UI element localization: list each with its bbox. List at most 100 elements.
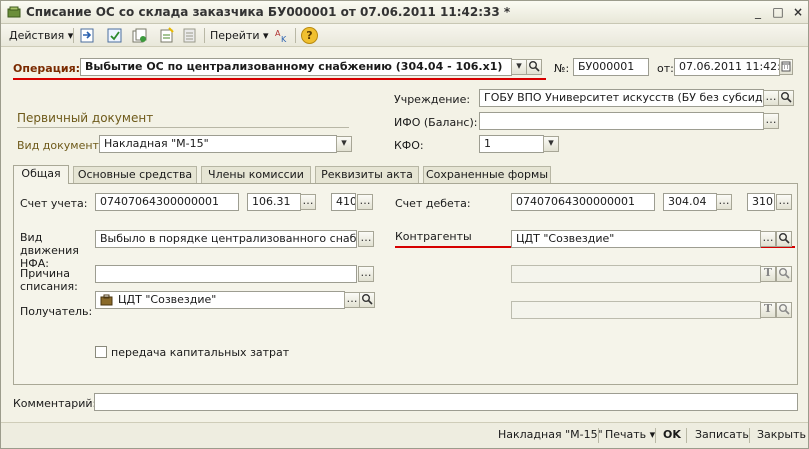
recipient-select-button[interactable]: … (344, 292, 360, 308)
dropdown-arrow-icon: ▾ (548, 136, 554, 149)
dropdown-arrow-icon: ▾ (646, 428, 656, 441)
close-button[interactable]: × (790, 4, 806, 20)
counterparty-field[interactable]: ЦДТ "Созвездие" (511, 230, 761, 248)
kfo-field[interactable]: 1 (479, 135, 544, 153)
debit-code-field[interactable]: 304.04 (663, 193, 717, 211)
doc-type-label: Вид документа: (17, 139, 110, 152)
search-icon (362, 294, 373, 305)
ifo-select-button[interactable]: … (763, 113, 779, 129)
maximize-button[interactable]: □ (770, 4, 786, 20)
debit-sub-field[interactable]: 310 (747, 193, 775, 211)
svg-text:K: K (281, 35, 287, 44)
toolbar-separator (204, 28, 205, 43)
debit-sub-select-button[interactable]: … (776, 194, 792, 210)
account-field[interactable]: 07407064300000001 (95, 193, 239, 211)
recipient-label: Получатель: (20, 305, 93, 318)
search-icon (529, 61, 540, 72)
doc-type-field[interactable]: Накладная "М-15" (99, 135, 337, 153)
toolbar: Действия ▾ Перейти ▾ A K ? (1, 24, 808, 47)
goto-menu[interactable]: Перейти ▾ (210, 27, 269, 44)
tab-saved-forms[interactable]: Сохраненные формы (423, 166, 551, 184)
number-field[interactable]: БУ000001 (573, 58, 649, 76)
kfo-dropdown-button[interactable]: ▾ (543, 136, 559, 152)
recipient-open-button[interactable] (359, 292, 375, 308)
debit-label: Счет дебета: (395, 197, 471, 210)
search-icon (781, 92, 792, 103)
capital-costs-label: передача капитальных затрат (111, 346, 290, 359)
extra-field-1[interactable] (511, 265, 761, 283)
post-and-close-icon[interactable] (79, 27, 96, 44)
search-icon (779, 268, 790, 279)
help-icon[interactable]: ? (301, 27, 318, 44)
debit-code-select-button[interactable]: … (716, 194, 732, 210)
operation-label: Операция: (13, 62, 81, 75)
operation-field[interactable]: Выбытие ОС по централизованному снабжени… (80, 58, 512, 76)
document-window: Списание ОС со склада заказчика БУ000001… (0, 0, 809, 449)
briefcase-icon (100, 294, 113, 306)
movement-field[interactable]: Выбыло в порядке централизованного снабж… (95, 230, 357, 248)
counterparty-open-button[interactable] (776, 231, 792, 247)
calendar-button[interactable] (779, 59, 793, 75)
institution-field[interactable]: ГОБУ ВПО Университет искусств (БУ без су… (479, 89, 764, 107)
close-form-button[interactable]: Закрыть (757, 428, 806, 441)
reason-select-button[interactable]: … (358, 266, 374, 282)
copy-document-icon[interactable] (131, 27, 148, 44)
actions-menu-label: Действия (9, 29, 65, 42)
tab-fixed-assets[interactable]: Основные средства (73, 166, 197, 184)
minimize-button[interactable]: _ (750, 4, 766, 20)
title-bar: Списание ОС со склада заказчика БУ000001… (1, 1, 808, 24)
comment-label: Комментарий: (13, 397, 97, 410)
extra-2-open-button[interactable] (776, 302, 792, 318)
window-title: Списание ОС со склада заказчика БУ000001… (26, 5, 511, 19)
capital-costs-checkbox[interactable] (95, 346, 107, 358)
institution-open-button[interactable] (778, 90, 794, 106)
account-code-field[interactable]: 106.31 (247, 193, 301, 211)
account-sub-select-button[interactable]: … (357, 194, 373, 210)
ifo-field[interactable] (479, 112, 764, 130)
dropdown-arrow-icon: ▾ (516, 59, 522, 72)
reason-field[interactable] (95, 265, 357, 283)
dropdown-arrow-icon: ▾ (341, 136, 347, 149)
institution-select-button[interactable]: … (763, 90, 779, 106)
counterparties-label: Контрагенты (395, 230, 472, 243)
save-button[interactable]: Записать (695, 428, 749, 441)
invoice-print-button[interactable]: Накладная "М-15" (498, 428, 603, 441)
text-edit-icon[interactable]: T (760, 302, 776, 318)
toolbar-separator (73, 28, 74, 43)
post-document-icon[interactable] (106, 27, 123, 44)
spellcheck-icon[interactable]: A K (273, 27, 290, 44)
counterparty-select-button[interactable]: … (760, 231, 776, 247)
number-label: №: (554, 62, 570, 75)
actions-menu[interactable]: Действия ▾ (9, 27, 73, 44)
ok-button[interactable]: OK (663, 428, 681, 441)
structure-icon[interactable] (181, 27, 198, 44)
create-based-on-icon[interactable] (158, 27, 175, 44)
print-menu[interactable]: Печать ▾ (605, 428, 655, 441)
document-icon (7, 6, 21, 18)
print-menu-label: Печать (605, 428, 647, 441)
date-field[interactable]: 07.06.2011 11:42:33 (674, 58, 780, 76)
tab-act-details[interactable]: Реквизиты акта (315, 166, 419, 184)
comment-field[interactable] (94, 393, 798, 411)
date-label: от: (657, 62, 674, 75)
tab-commission-members[interactable]: Члены комиссии (201, 166, 311, 184)
account-code-select-button[interactable]: … (300, 194, 316, 210)
operation-dropdown-button[interactable]: ▾ (511, 59, 527, 75)
account-sub-field[interactable]: 410 (331, 193, 356, 211)
toolbar-separator (295, 28, 296, 43)
extra-1-open-button[interactable] (776, 266, 792, 282)
search-icon (779, 304, 790, 315)
operation-select-button[interactable] (526, 59, 542, 75)
status-bar: Накладная "М-15" Печать ▾ OK Записать За… (1, 422, 808, 448)
text-edit-icon[interactable]: T (760, 266, 776, 282)
debit-field[interactable]: 07407064300000001 (511, 193, 655, 211)
calendar-icon (781, 61, 791, 72)
dropdown-arrow-icon: ▾ (259, 29, 269, 42)
recipient-field[interactable]: ЦДТ "Созвездие" (95, 291, 345, 309)
movement-select-button[interactable]: … (358, 231, 374, 247)
tab-general[interactable]: Общая (13, 165, 69, 184)
kfo-label: КФО: (394, 139, 424, 152)
toolbar-separator (749, 428, 750, 443)
extra-field-2[interactable] (511, 301, 761, 319)
doc-type-dropdown-button[interactable]: ▾ (336, 136, 352, 152)
